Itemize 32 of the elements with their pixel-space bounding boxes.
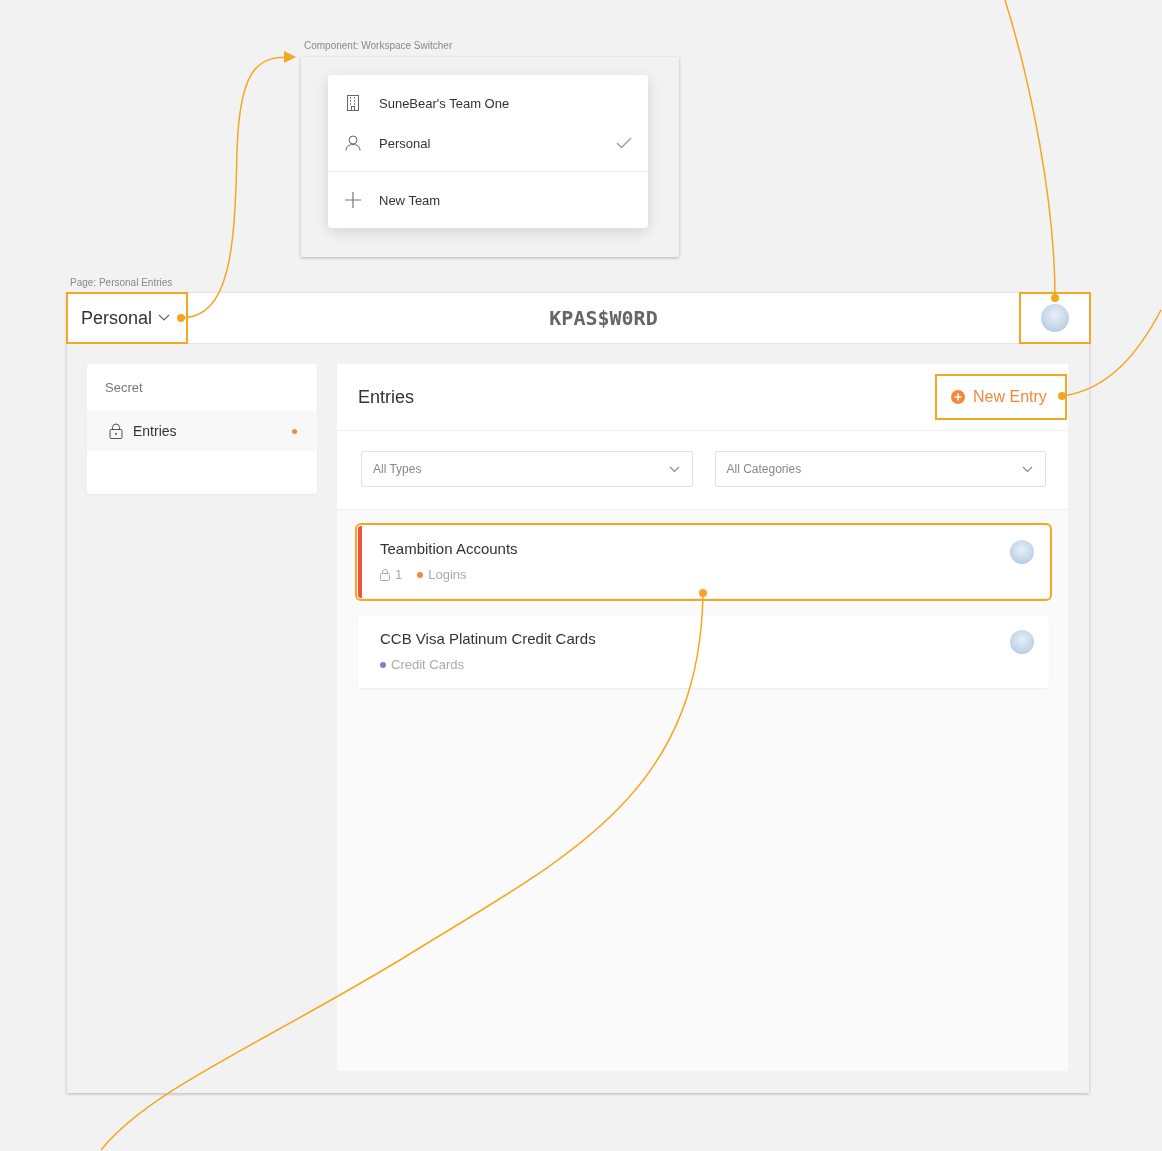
artboard-label: Page: Personal Entries [70, 277, 173, 288]
sidebar-item[interactable]: Entries [87, 411, 317, 451]
workspace-switcher[interactable]: Personal [67, 293, 187, 343]
entry-count: 1 [395, 567, 403, 582]
entry-title: Teambition Accounts [380, 540, 518, 557]
menu-item[interactable]: Personal [328, 123, 648, 163]
plus-circle-icon [951, 390, 965, 404]
active-dot [292, 428, 297, 434]
person-icon [345, 135, 361, 151]
category-label: Credit Cards [391, 657, 464, 672]
new-team-item[interactable]: New Team [328, 180, 648, 220]
logo: KPAS$W0RD [549, 306, 658, 330]
building-icon [345, 95, 361, 111]
entry-card[interactable]: Teambition Accounts 1 Logins [358, 526, 1049, 598]
lock-icon [109, 423, 123, 439]
avatar-button[interactable] [1020, 293, 1090, 343]
plus-icon [345, 192, 361, 208]
filter-dropdown[interactable]: All Types [361, 451, 693, 487]
menu-item[interactable]: SuneBear's Team One [328, 83, 648, 123]
sidebar-heading: Secret [104, 380, 144, 397]
chevron-down-icon [1022, 465, 1033, 473]
entry-title: CCB Visa Platinum Credit Cards [380, 630, 596, 647]
artboard-label: Component: Workspace Switcher [304, 40, 453, 51]
avatar-icon [1010, 630, 1034, 654]
filter-dropdown[interactable]: All Categories [714, 451, 1046, 487]
chevron-down-icon [158, 314, 171, 322]
avatar-icon [1010, 540, 1034, 564]
lock-icon [380, 568, 390, 581]
category-label: Logins [428, 567, 467, 582]
chevron-down-icon [668, 465, 680, 473]
entry-card[interactable]: CCB Visa Platinum Credit Cards Credit Cards [358, 616, 1049, 688]
panel-title: Entries [358, 386, 415, 408]
